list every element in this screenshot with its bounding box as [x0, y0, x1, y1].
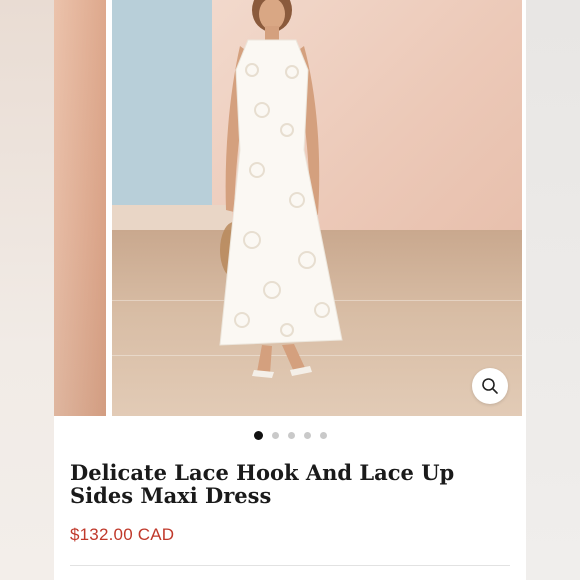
- search-icon: [482, 378, 498, 394]
- pagination-dot-5[interactable]: [319, 432, 327, 439]
- zoom-button[interactable]: [472, 368, 508, 404]
- product-price: $132.00 CAD: [70, 525, 175, 544]
- product-title-line2: Sides Maxi Dress: [70, 483, 272, 508]
- image-carousel[interactable]: [54, 0, 526, 416]
- product-title-line1: Delicate Lace Hook And Lace Up: [70, 460, 455, 485]
- product-card: Delicate Lace Hook And Lace Up Sides Max…: [54, 0, 526, 580]
- pagination-dot-4[interactable]: [303, 432, 311, 439]
- pagination-dot-3[interactable]: [287, 432, 295, 439]
- divider: [70, 565, 510, 566]
- pagination-dot-1[interactable]: [253, 431, 263, 440]
- model-figure: [219, 0, 343, 378]
- product-image[interactable]: [112, 0, 522, 416]
- background-right: [526, 0, 580, 580]
- product-title: Delicate Lace Hook And Lace Up Sides Max…: [70, 461, 490, 507]
- previous-slide-image[interactable]: [54, 0, 106, 416]
- pagination-dot-2[interactable]: [271, 432, 279, 439]
- background-left: [0, 0, 54, 580]
- carousel-pagination: [54, 431, 526, 440]
